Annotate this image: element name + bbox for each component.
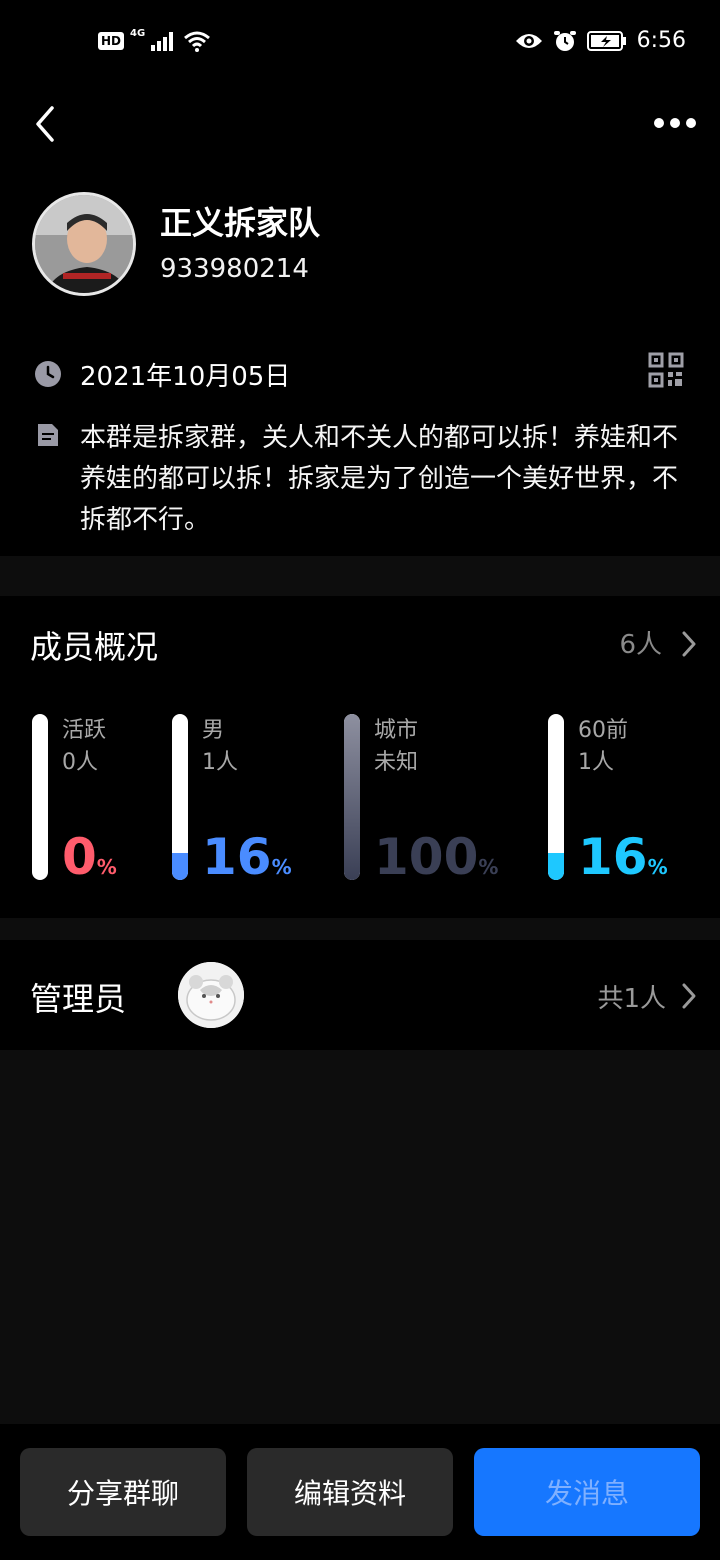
stat-percent: 16%	[578, 830, 668, 894]
wifi-icon	[184, 31, 211, 52]
stat-percent-unit: %	[271, 855, 292, 879]
status-right: 6:56	[515, 28, 686, 53]
signal-icon	[151, 32, 174, 51]
group-avatar[interactable]	[32, 192, 136, 296]
stat-percent-number: 0	[62, 828, 97, 886]
stat-bar-fill	[172, 853, 188, 880]
admin-title: 管理员	[30, 980, 127, 1018]
qr-code-icon[interactable]	[648, 352, 684, 388]
stat-value: 1人	[202, 750, 238, 775]
member-stat: 城市未知 100%	[344, 712, 514, 884]
stat-value: 0人	[62, 750, 98, 775]
stat-bar-fill	[344, 714, 360, 880]
stat-label: 活跃	[62, 718, 107, 743]
stat-percent-unit: %	[647, 855, 668, 879]
dot	[686, 118, 696, 128]
stat-bar	[548, 714, 564, 880]
eye-icon	[515, 33, 542, 48]
created-date: 2021年10月05日	[80, 362, 291, 392]
group-profile-page: HD 4G 6:56 正义拆家队 933980214 2021年10月05日 本…	[0, 0, 720, 1560]
stat-label: 60前	[578, 718, 628, 743]
stat-percent: 16%	[202, 830, 292, 894]
admin-avatar[interactable]	[178, 962, 244, 1028]
stat-value: 1人	[578, 750, 614, 775]
group-description: 本群是拆家群，关人和不关人的都可以拆！养娃和不养娃的都可以拆！拆家是为了创造一个…	[80, 423, 679, 535]
network-label: 4G	[130, 27, 146, 39]
dot	[654, 118, 664, 128]
stat-percent: 0%	[62, 830, 117, 894]
send-message-button[interactable]: 发消息	[474, 1448, 700, 1536]
stat-label: 男	[202, 718, 225, 743]
stat-percent-number: 16	[202, 828, 272, 886]
share-group-button[interactable]: 分享群聊	[20, 1448, 226, 1536]
stat-value: 未知	[374, 750, 419, 775]
status-bar: HD 4G 6:56	[0, 0, 720, 90]
clock-icon	[35, 361, 61, 387]
group-id: 933980214	[160, 254, 309, 284]
alarm-icon	[553, 30, 576, 51]
stat-percent: 100%	[374, 830, 498, 894]
more-horizontal-icon[interactable]	[654, 110, 702, 136]
status-left: HD 4G	[98, 27, 211, 52]
member-stat: 男 1人 16%	[172, 712, 342, 884]
document-icon	[38, 424, 58, 446]
stat-bar	[172, 714, 188, 880]
admin-count[interactable]: 共1人	[597, 978, 666, 1015]
stat-bar	[344, 714, 360, 880]
member-count[interactable]: 6人	[619, 624, 662, 661]
hd-badge: HD	[98, 32, 125, 50]
member-overview-title: 成员概况	[30, 628, 159, 666]
stat-bar	[32, 714, 48, 880]
stat-bar-fill	[548, 853, 564, 880]
edit-profile-button[interactable]: 编辑资料	[247, 1448, 453, 1536]
chevron-right-icon[interactable]	[680, 982, 698, 1010]
stat-percent-number: 16	[578, 828, 648, 886]
chevron-left-icon[interactable]	[30, 104, 60, 144]
stat-label: 城市	[374, 718, 419, 743]
group-name: 正义拆家队	[160, 204, 321, 242]
status-time: 6:56	[636, 28, 686, 53]
battery-icon	[586, 30, 626, 51]
stat-percent-unit: %	[478, 855, 499, 879]
dot	[670, 118, 680, 128]
stat-percent-unit: %	[96, 855, 117, 879]
stat-percent-number: 100	[374, 828, 479, 886]
hamster-avatar-image	[178, 962, 244, 1028]
member-stat: 60前 1人 16%	[548, 712, 718, 884]
chevron-right-icon[interactable]	[680, 630, 698, 658]
